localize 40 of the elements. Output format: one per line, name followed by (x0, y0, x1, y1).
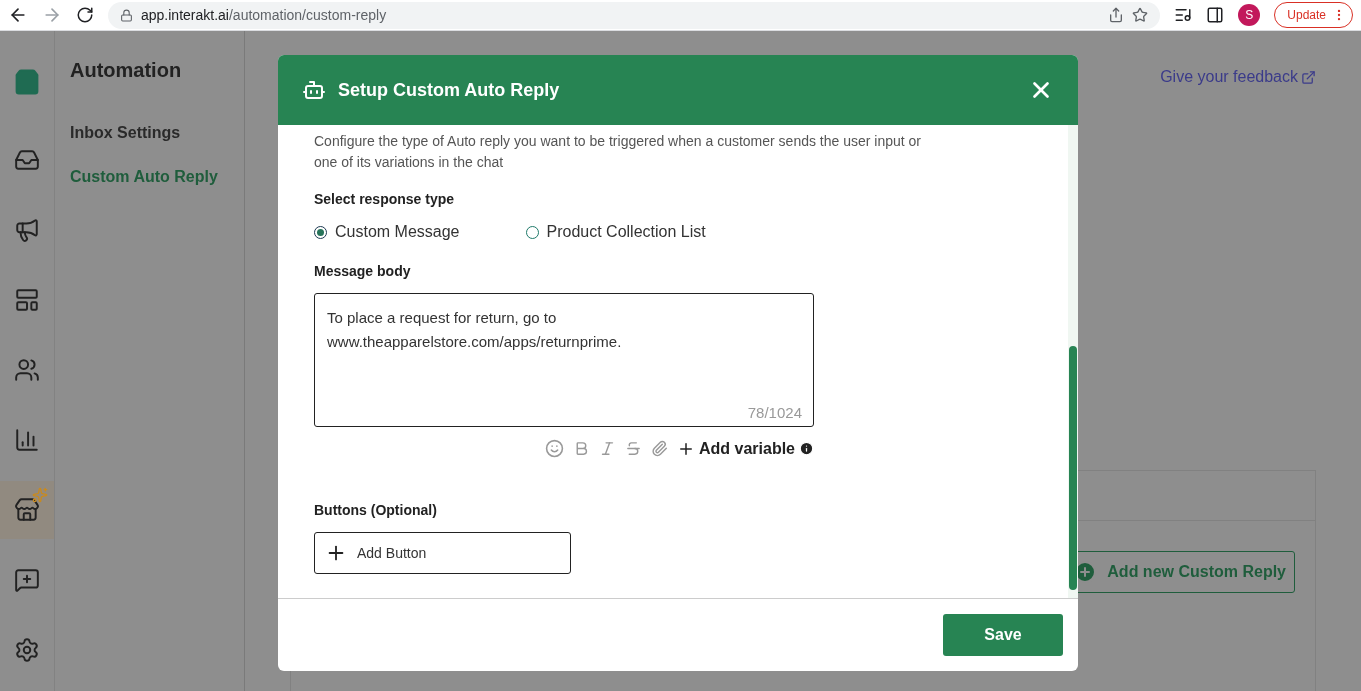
star-icon[interactable] (1132, 7, 1149, 23)
settings-icon (14, 637, 40, 663)
message-plus-icon (14, 567, 40, 593)
bar-chart-icon (14, 427, 40, 453)
lock-icon (120, 8, 133, 22)
address-bar[interactable]: app.interakt.ai/automation/custom-reply (108, 1, 1161, 29)
feedback-link[interactable]: Give your feedback (1160, 68, 1316, 86)
section-title: Automation (70, 59, 183, 82)
store-icon (14, 497, 40, 523)
add-variable-button[interactable]: Add variable (676, 439, 814, 458)
side-panel-icon[interactable] (1206, 6, 1225, 24)
reload-icon[interactable] (76, 6, 94, 24)
add-button[interactable]: Add Button (314, 532, 571, 574)
field-label: Buttons (Optional) (314, 502, 438, 518)
robot-icon (302, 78, 326, 102)
url-path: /automation/custom-reply (228, 7, 387, 23)
info-icon (799, 441, 814, 456)
field-label: Message body (314, 263, 412, 279)
strikethrough-icon[interactable] (624, 440, 642, 457)
modal-title: Setup Custom Auto Reply (338, 79, 561, 101)
submenu-item[interactable]: Inbox Settings (70, 124, 229, 142)
profile-avatar[interactable]: S (1238, 4, 1261, 26)
inbox-icon (14, 147, 40, 173)
smiley-icon[interactable] (544, 439, 564, 458)
save-button[interactable]: Save (943, 614, 1063, 656)
scrollbar-thumb[interactable] (1069, 346, 1077, 590)
share-icon[interactable] (1108, 7, 1125, 23)
megaphone-icon (14, 217, 40, 243)
description-text: Configure the type of Auto reply you want to be triggered when a customer sends the user input or one of its variations in the chat (314, 132, 923, 172)
layout-icon (14, 287, 40, 313)
external-link-icon (1301, 69, 1316, 85)
people-icon (14, 357, 40, 383)
update-button[interactable]: Update (1274, 2, 1353, 28)
paperclip-icon[interactable] (650, 440, 668, 457)
field-label: Select response type (314, 191, 456, 207)
media-icon[interactable] (1174, 6, 1193, 24)
sparkle-icon (32, 487, 48, 503)
url-host: app.interakt.ai (141, 7, 229, 23)
char-count: 78/1024 (747, 404, 802, 421)
rail-item[interactable] (0, 481, 54, 539)
